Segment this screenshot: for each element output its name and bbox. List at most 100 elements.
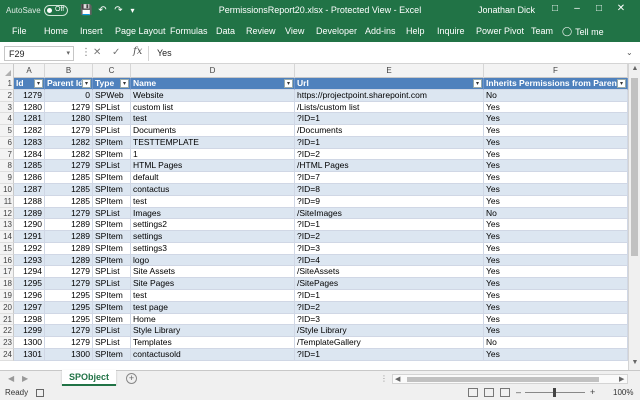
cell-url[interactable]: /Documents [295,125,484,137]
prev-sheet-icon[interactable]: ◀ [8,374,14,383]
cell-parent-id[interactable]: 1295 [45,290,93,302]
cell-type[interactable]: SPList [93,266,131,279]
row-number[interactable]: 16 [0,254,14,267]
row-number[interactable]: 6 [0,136,14,149]
cell-inherits[interactable]: Yes [484,184,628,196]
cell-parent-id[interactable]: 0 [45,89,93,102]
cell-name[interactable]: default [131,172,295,184]
cell-inherits[interactable]: Yes [484,113,628,126]
cell-type[interactable]: SPList [93,337,131,349]
cell-url[interactable]: ?ID=3 [295,313,484,326]
normal-view-icon[interactable] [468,388,478,397]
cell-url[interactable]: ?ID=8 [295,184,484,196]
cell-parent-id[interactable]: 1295 [45,313,93,326]
cell-id[interactable]: 1295 [14,278,45,291]
cell-id[interactable]: 1284 [14,148,45,161]
header-cell-parent-id[interactable]: Parent Id ▾ [45,78,93,90]
add-sheet-icon[interactable]: + [126,373,137,384]
cell-inherits[interactable]: Yes [484,290,628,302]
enter-icon[interactable]: ✓ [112,47,120,58]
cell-url[interactable]: ?ID=2 [295,301,484,314]
zoom-slider-knob[interactable] [553,388,556,397]
tab-team[interactable]: Team [531,26,553,36]
cell-id[interactable]: 1289 [14,207,45,220]
cell-type[interactable]: SPList [93,278,131,291]
row-number[interactable]: 3 [0,101,14,114]
cell-type[interactable]: SPItem [93,231,131,243]
cell-name[interactable]: Style Library [131,325,295,338]
row-number[interactable]: 10 [0,184,14,196]
cell-type[interactable]: SPList [93,125,131,137]
cell-id[interactable]: 1285 [14,160,45,173]
cell-type[interactable]: SPItem [93,301,131,314]
tab-add-ins[interactable]: Add-ins [365,26,396,36]
row-number[interactable]: 1 [0,78,14,90]
next-sheet-icon[interactable]: ▶ [22,374,28,383]
sheet-tab-spobject[interactable]: SPObject [62,370,116,386]
column-header-c[interactable]: C [93,64,131,78]
cell-parent-id[interactable]: 1282 [45,136,93,149]
cell-inherits[interactable]: Yes [484,125,628,137]
row-number[interactable]: 13 [0,219,14,232]
cell-url[interactable]: ?ID=1 [295,136,484,149]
header-cell-inherits[interactable]: Inherits Permissions from Parent? ▾ [484,78,628,90]
cell-type[interactable]: SPList [93,160,131,173]
tab-view[interactable]: View [285,26,304,36]
row-number[interactable]: 23 [0,337,14,349]
cell-parent-id[interactable]: 1289 [45,231,93,243]
cell-id[interactable]: 1293 [14,254,45,267]
cell-inherits[interactable]: Yes [484,348,628,361]
cell-id[interactable]: 1296 [14,290,45,302]
row-number[interactable]: 19 [0,290,14,302]
zoom-level[interactable]: 100% [613,388,633,397]
close-icon[interactable]: ✕ [614,3,628,18]
cell-parent-id[interactable]: 1289 [45,219,93,232]
cell-id[interactable]: 1297 [14,301,45,314]
cell-url[interactable]: /Style Library [295,325,484,338]
cell-inherits[interactable]: No [484,207,628,220]
column-header-a[interactable]: A [14,64,45,78]
cell-url[interactable]: /SitePages [295,278,484,291]
cell-id[interactable]: 1301 [14,348,45,361]
cell-url[interactable]: ?ID=9 [295,195,484,208]
cell-type[interactable]: SPItem [93,148,131,161]
cell-parent-id[interactable]: 1285 [45,172,93,184]
tab-home[interactable]: Home [44,26,68,36]
cell-url[interactable]: ?ID=4 [295,254,484,267]
filter-dropdown-icon[interactable]: ▾ [617,79,626,88]
cell-url[interactable]: /HTML Pages [295,160,484,173]
cell-type[interactable]: SPItem [93,136,131,149]
cancel-icon[interactable]: ✕ [93,47,101,58]
cell-url[interactable]: ?ID=1 [295,219,484,232]
scroll-down-icon[interactable]: ▼ [630,359,640,369]
cell-parent-id[interactable]: 1289 [45,242,93,255]
cell-name[interactable]: logo [131,254,295,267]
cell-parent-id[interactable]: 1285 [45,184,93,196]
cell-type[interactable]: SPItem [93,219,131,232]
cell-parent-id[interactable]: 1279 [45,266,93,279]
cell-id[interactable]: 1279 [14,89,45,102]
cell-type[interactable]: SPList [93,207,131,220]
cell-inherits[interactable]: Yes [484,101,628,114]
header-cell-url[interactable]: Url ▾ [295,78,484,90]
cell-name[interactable]: contactus [131,184,295,196]
row-number[interactable]: 20 [0,301,14,314]
cell-inherits[interactable]: No [484,89,628,102]
row-number[interactable]: 7 [0,148,14,161]
cell-inherits[interactable]: Yes [484,172,628,184]
cell-id[interactable]: 1280 [14,101,45,114]
column-header-b[interactable]: B [45,64,93,78]
cell-inherits[interactable]: Yes [484,301,628,314]
tab-help[interactable]: Help [406,26,425,36]
row-number[interactable]: 8 [0,160,14,173]
header-cell-type[interactable]: Type ▾ [93,78,131,90]
scroll-left-icon[interactable]: ◀ [395,375,400,383]
cell-name[interactable]: Home [131,313,295,326]
formula-input[interactable]: Yes [148,46,620,61]
cell-inherits[interactable]: Yes [484,266,628,279]
tab-power-pivot[interactable]: Power Pivot [476,26,524,36]
cell-name[interactable]: Templates [131,337,295,349]
cell-name[interactable]: Site Pages [131,278,295,291]
spreadsheet-grid[interactable]: A B C D E F 1 Id ▾ Parent Id ▾ Type ▾ Name ▾ Url ▾… [0,64,628,370]
cell-url[interactable]: ?ID=1 [295,348,484,361]
